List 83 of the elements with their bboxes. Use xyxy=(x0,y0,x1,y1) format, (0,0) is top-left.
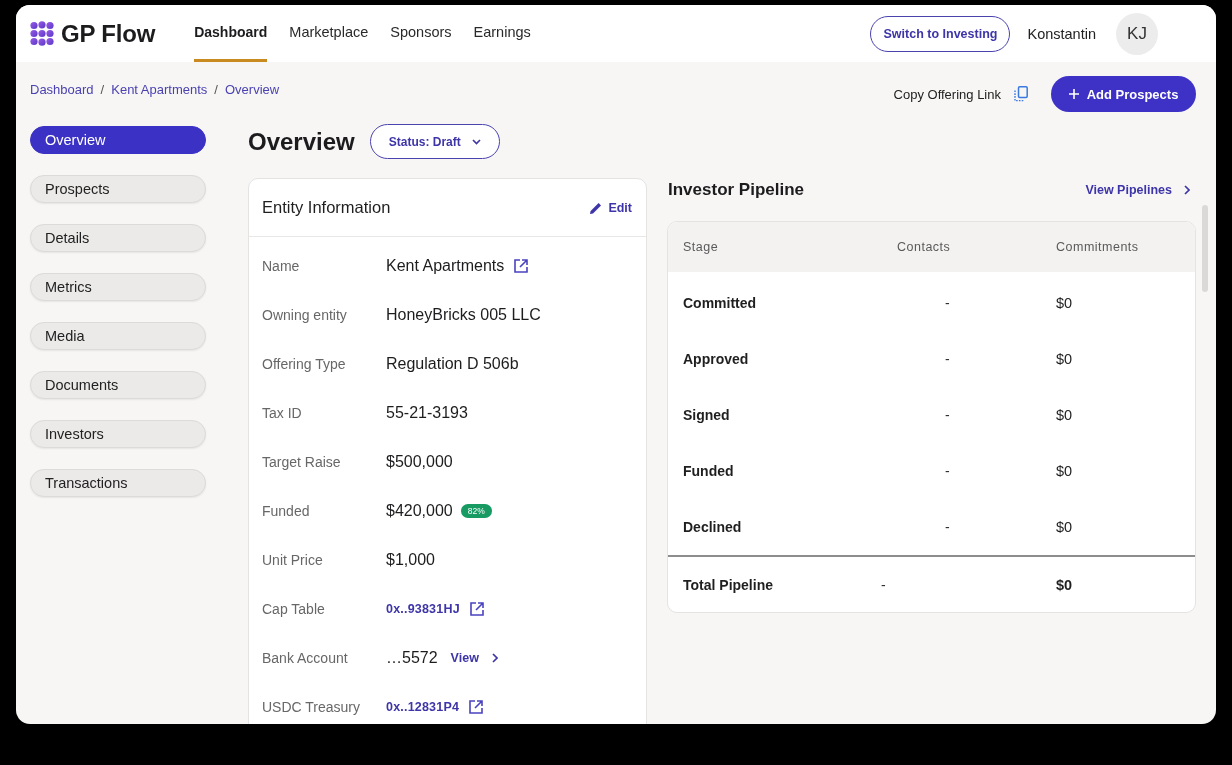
table-cell-text: - xyxy=(944,463,951,479)
nav-tab[interactable]: Marketplace xyxy=(289,5,369,62)
external-link-icon[interactable] xyxy=(469,699,484,714)
field-value: $420,000 xyxy=(386,501,453,520)
brand-name: GP Flow xyxy=(61,19,156,48)
view-pipelines-link[interactable]: View Pipelines xyxy=(1085,183,1190,197)
sidebar-item[interactable]: Prospects xyxy=(30,175,206,203)
column-header: Stage xyxy=(683,240,720,254)
field-label: Bank Account xyxy=(262,649,349,666)
field-label: Cap Table xyxy=(262,600,326,617)
breadcrumb-link[interactable]: Overview xyxy=(225,81,280,97)
external-link-icon[interactable] xyxy=(514,258,529,273)
table-cell-text: - xyxy=(944,407,951,423)
field-value: Regulation D 506b xyxy=(386,354,519,373)
nav-tab[interactable]: Dashboard xyxy=(194,5,268,62)
column-header: Contacts xyxy=(897,240,952,254)
sidebar-item[interactable]: Details xyxy=(30,224,206,252)
view-link[interactable]: View xyxy=(450,650,498,665)
stage-cell-text: Signed xyxy=(683,407,731,423)
table-cell-text: $0 xyxy=(1056,576,1074,593)
table-cell-text: - xyxy=(944,295,951,311)
add-prospects-button[interactable]: Add Prospects xyxy=(1051,76,1196,112)
table-cell-text: $0 xyxy=(1056,519,1074,535)
user-name: Konstantin xyxy=(1027,25,1096,42)
pencil-icon xyxy=(590,201,603,214)
sidebar-item[interactable]: Metrics xyxy=(30,273,206,301)
address-link[interactable]: 0x..12831P4 xyxy=(386,699,460,714)
switch-button[interactable]: Switch to Investing xyxy=(870,15,1011,52)
table-cell-text: - xyxy=(881,576,887,593)
chevron-right-icon xyxy=(1184,185,1190,195)
sidebar-item[interactable]: Media xyxy=(30,322,206,350)
breadcrumb-link[interactable]: Dashboard xyxy=(30,81,94,97)
nav-tab[interactable]: Sponsors xyxy=(390,5,452,62)
sidebar-item[interactable]: Documents xyxy=(30,371,206,399)
field-value: $500,000 xyxy=(386,452,453,471)
breadcrumb-separator: / xyxy=(100,81,105,97)
stage-cell-text: Funded xyxy=(683,463,735,479)
field-value: $1,000 xyxy=(386,550,435,569)
status-dropdown[interactable]: Status: Draft xyxy=(369,124,500,159)
field-label: Tax ID xyxy=(262,404,303,421)
table-cell-text: $0 xyxy=(1056,351,1074,367)
field-value: HoneyBricks 005 LLC xyxy=(386,305,541,324)
scrollbar-thumb[interactable] xyxy=(1202,205,1208,292)
field-label: Name xyxy=(262,257,301,274)
logo-icon xyxy=(30,21,54,46)
column-header: Commitments xyxy=(1056,240,1140,254)
stage-cell-text: Approved xyxy=(683,351,750,367)
table-cell-text: $0 xyxy=(1056,407,1074,423)
table-cell-text: - xyxy=(944,351,951,367)
field-value: Kent Apartments xyxy=(386,256,505,275)
chevron-right-icon xyxy=(491,652,498,663)
stage-cell-text: Committed xyxy=(683,295,758,311)
table-cell-text: $0 xyxy=(1056,295,1074,311)
field-label: USDC Treasury xyxy=(262,698,362,715)
card-title: Entity Information xyxy=(262,198,391,217)
breadcrumb-separator: / xyxy=(214,81,218,97)
table-cell-text: $0 xyxy=(1056,463,1074,479)
nav-tab[interactable]: Earnings xyxy=(473,5,531,62)
sidebar-item[interactable]: Overview xyxy=(30,126,206,154)
stage-cell-text: Declined xyxy=(683,519,743,535)
address-link[interactable]: 0x..93831HJ xyxy=(386,601,460,616)
breadcrumb-link[interactable]: Kent Apartments xyxy=(111,81,208,97)
chevron-down-icon xyxy=(471,138,481,145)
percent-badge: 82% xyxy=(460,503,492,518)
plus-icon xyxy=(1068,89,1079,99)
sidebar-item[interactable]: Transactions xyxy=(30,469,206,497)
sidebar-item[interactable]: Investors xyxy=(30,420,206,448)
section-title: Investor Pipeline xyxy=(668,180,805,200)
field-label: Offering Type xyxy=(262,355,347,372)
field-label: Owning entity xyxy=(262,306,348,323)
edit-button[interactable]: Edit xyxy=(590,200,632,215)
field-value: 55-21-3193 xyxy=(386,403,468,422)
field-label: Funded xyxy=(262,502,311,519)
page-title: Overview xyxy=(248,127,355,156)
field-label: Unit Price xyxy=(262,551,324,568)
external-link-icon[interactable] xyxy=(469,601,484,616)
copy-link-label[interactable]: Copy Offering Link xyxy=(893,86,1001,102)
table-cell-text: - xyxy=(944,519,951,535)
field-value: …5572 xyxy=(386,648,438,667)
field-label: Target Raise xyxy=(262,453,342,470)
stage-cell-text: Total Pipeline xyxy=(683,576,774,593)
copy-icon[interactable] xyxy=(1014,86,1028,102)
user-avatar[interactable]: KJ xyxy=(1116,12,1158,55)
